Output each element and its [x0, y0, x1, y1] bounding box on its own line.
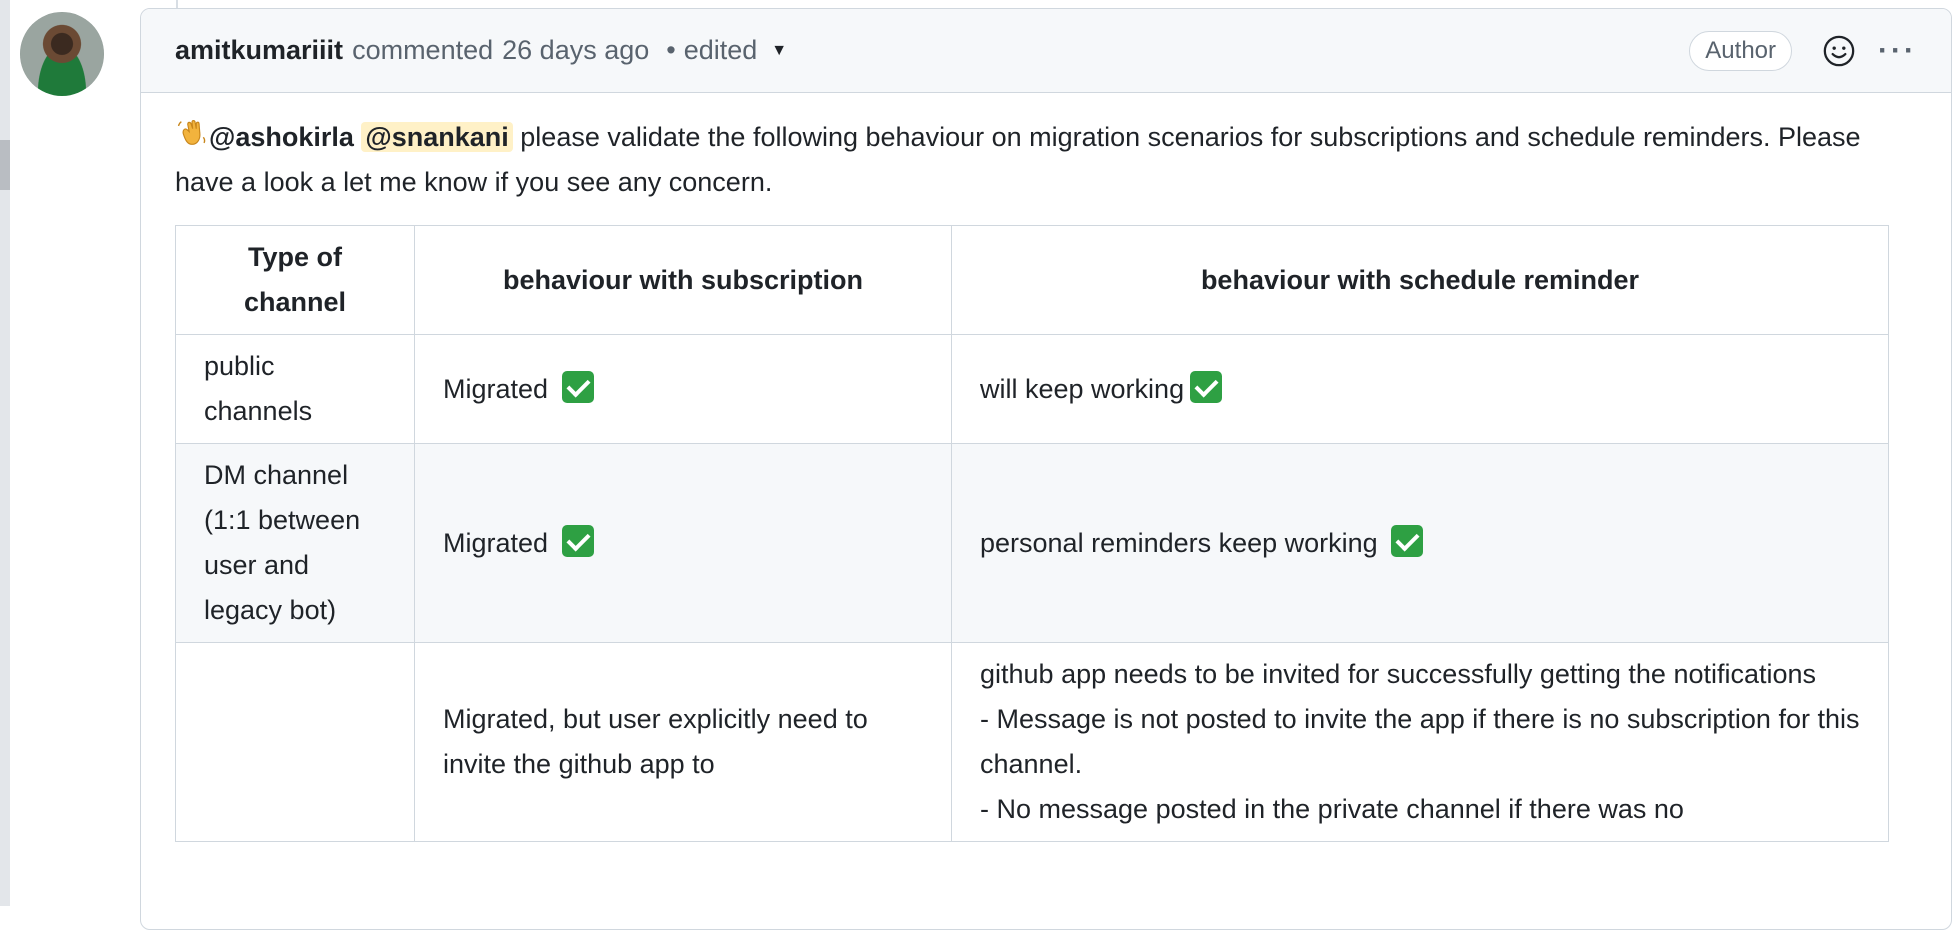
- cell-channel-type: [175, 642, 415, 842]
- comment-header: amitkumariiit commented 26 days ago • ed…: [141, 9, 1951, 93]
- check-mark-icon: [561, 370, 594, 403]
- comment-body: @ashokirla @snankani please validate the…: [141, 93, 1951, 864]
- cell-reminder: personal reminders keep working: [951, 443, 1889, 643]
- cell-line: github app needs to be invited for succe…: [980, 659, 1817, 689]
- table-header-row: Type of channel behaviour with subscript…: [175, 225, 1889, 335]
- header-actions: Author ···: [1689, 30, 1917, 71]
- mention-snankani[interactable]: @snankani: [361, 122, 513, 152]
- header-type-of-channel: Type of channel: [175, 225, 415, 335]
- avatar[interactable]: [20, 12, 104, 96]
- cell-text: personal reminders keep working: [980, 527, 1378, 558]
- more-options-icon[interactable]: ···: [1878, 34, 1917, 68]
- author-link[interactable]: amitkumariiit: [175, 35, 343, 66]
- cell-reminder: will keep working: [951, 334, 1889, 444]
- comment-action: commented: [352, 35, 494, 65]
- check-mark-icon: [1391, 524, 1424, 557]
- cell-subscription: Migrated, but user explicitly need to in…: [414, 642, 952, 842]
- cell-text: Migrated: [443, 527, 549, 558]
- check-mark-icon: [1190, 370, 1223, 403]
- cell-subscription: Migrated: [414, 443, 952, 643]
- cell-line: - No message posted in the private chann…: [980, 794, 1684, 824]
- behaviour-table: Type of channel behaviour with subscript…: [175, 225, 1889, 842]
- scroll-marker: [0, 140, 10, 190]
- cell-subscription: Migrated: [414, 334, 952, 444]
- cell-channel-type: DM channel (1:1 between user and legacy …: [175, 443, 415, 643]
- chevron-down-icon[interactable]: ▼: [771, 42, 787, 60]
- mention-ashokirla[interactable]: @ashokirla: [209, 122, 354, 152]
- check-mark-icon: [561, 524, 594, 557]
- comment-text: @ashokirla @snankani please validate the…: [175, 115, 1917, 205]
- table-row: DM channel (1:1 between user and legacy …: [175, 443, 1889, 643]
- left-scroll-rail: [0, 0, 10, 906]
- cell-text: will keep working: [980, 373, 1185, 404]
- comment-box: amitkumariiit commented 26 days ago • ed…: [140, 8, 1952, 930]
- table-row: Migrated, but user explicitly need to in…: [175, 642, 1889, 842]
- cell-channel-type: public channels: [175, 334, 415, 444]
- smiley-icon[interactable]: [1822, 34, 1856, 68]
- cell-reminder: github app needs to be invited for succe…: [951, 642, 1889, 842]
- separator-dot: •: [666, 35, 676, 65]
- header-subscription: behaviour with subscription: [414, 225, 952, 335]
- comment-time[interactable]: 26 days ago: [502, 35, 649, 66]
- author-badge: Author: [1689, 30, 1793, 71]
- header-schedule-reminder: behaviour with schedule reminder: [951, 225, 1889, 335]
- cell-line: - Message is not posted to invite the ap…: [980, 704, 1860, 779]
- table-row: public channels Migrated will keep worki…: [175, 334, 1889, 444]
- cell-text: Migrated: [443, 373, 549, 404]
- waving-hand-icon: [177, 120, 206, 145]
- edited-dropdown[interactable]: edited: [684, 35, 758, 66]
